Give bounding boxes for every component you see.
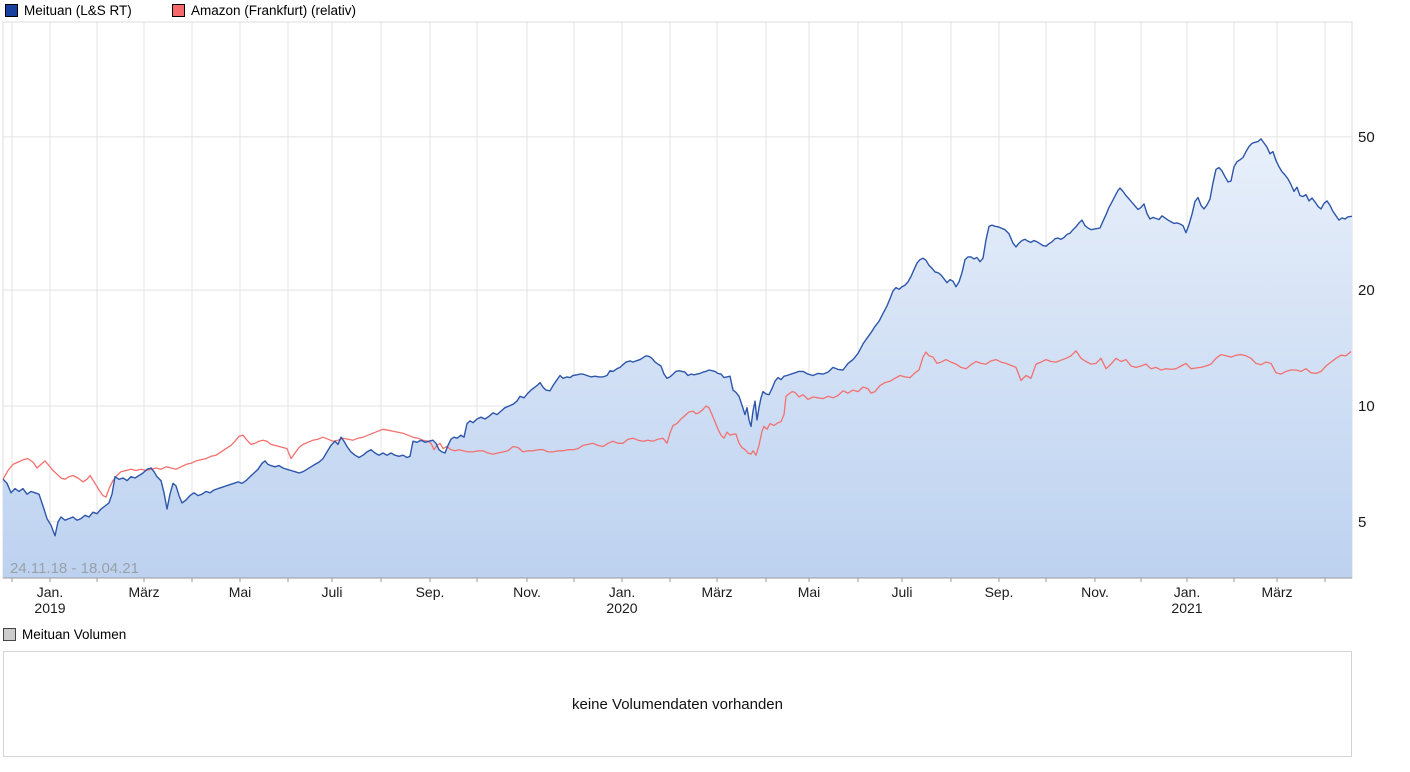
y-axis-tick-label: 20 — [1358, 282, 1375, 299]
x-axis-year-label: 2020 — [606, 600, 637, 616]
meituan-area-fill — [3, 139, 1352, 578]
x-axis-month-label: Sep. — [416, 584, 445, 600]
x-axis-month-label: Jan. — [609, 584, 635, 600]
x-axis-month-label: Sep. — [985, 584, 1014, 600]
volume-panel: keine Volumendaten vorhanden — [3, 651, 1352, 757]
x-axis-month-label: Jan. — [1174, 584, 1200, 600]
y-axis-tick-label: 50 — [1358, 129, 1375, 146]
legend-item-volume: Meituan Volumen — [3, 627, 126, 642]
x-axis-month-label: Jan. — [37, 584, 63, 600]
volume-legend-swatch-icon — [3, 628, 16, 641]
x-axis-month-label: März — [1261, 584, 1292, 600]
volume-legend-label: Meituan Volumen — [22, 627, 126, 642]
x-axis-month-label: Nov. — [1081, 584, 1109, 600]
x-axis-month-label: Mai — [229, 584, 252, 600]
x-axis-month-label: Juli — [891, 584, 912, 600]
x-axis-month-label: März — [701, 584, 732, 600]
chart-widget: Meituan (L&S RT) Amazon (Frankfurt) (rel… — [0, 0, 1410, 772]
period-watermark: 24.11.18 - 18.04.21 — [10, 560, 139, 577]
x-axis-year-label: 2019 — [34, 600, 65, 616]
price-chart-svg[interactable]: 24.11.18 - 18.04.215102050Jan.2019MärzMa… — [0, 0, 1410, 620]
x-axis-month-label: Nov. — [513, 584, 541, 600]
price-chart-plot[interactable]: 24.11.18 - 18.04.215102050Jan.2019MärzMa… — [0, 0, 1410, 620]
volume-empty-message: keine Volumendaten vorhanden — [572, 696, 783, 713]
x-axis-month-label: März — [128, 584, 159, 600]
y-axis-tick-label: 10 — [1358, 398, 1375, 415]
x-axis-year-label: 2021 — [1171, 600, 1202, 616]
x-axis-month-label: Mai — [798, 584, 821, 600]
y-axis-tick-label: 5 — [1358, 514, 1366, 531]
x-axis-month-label: Juli — [321, 584, 342, 600]
